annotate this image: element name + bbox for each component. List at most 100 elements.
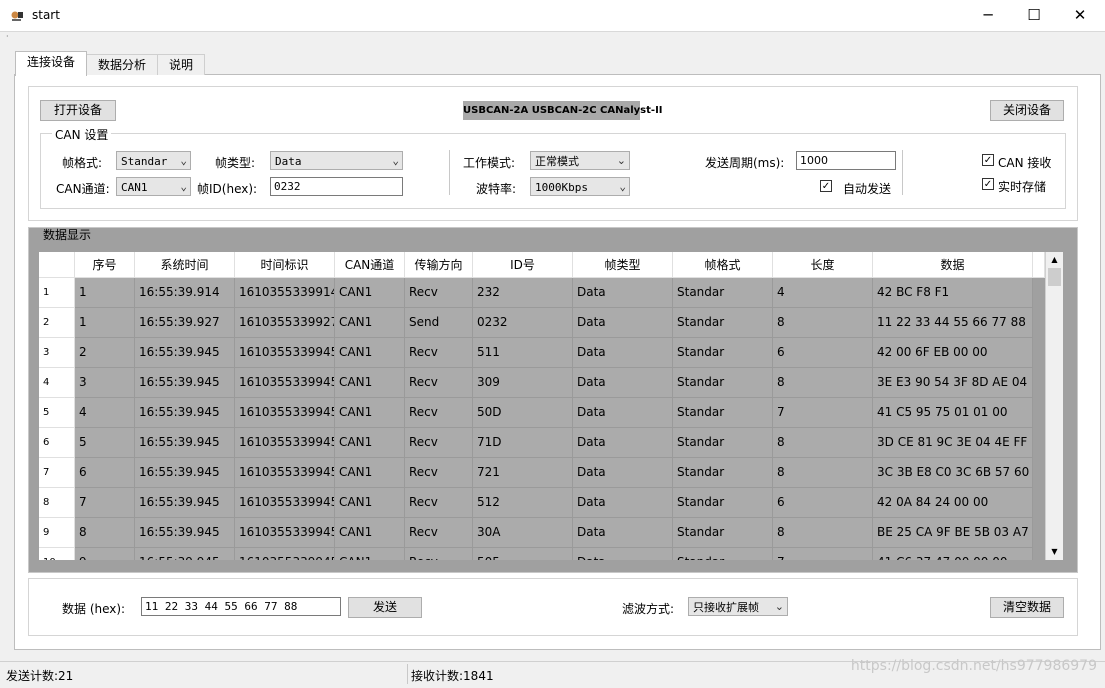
column-header[interactable]: 序号	[75, 252, 135, 278]
scroll-up-icon[interactable]: ▲	[1046, 252, 1063, 267]
table-cell[interactable]: 721	[473, 458, 573, 488]
table-cell[interactable]: 511	[473, 338, 573, 368]
table-cell[interactable]: Recv	[405, 428, 473, 458]
table-cell[interactable]: 41 C6 37 47 00 00 00	[873, 548, 1033, 560]
column-header[interactable]: 时间标识	[235, 252, 335, 278]
table-cell[interactable]: Standar	[673, 398, 773, 428]
table-cell[interactable]: Data	[573, 518, 673, 548]
table-cell[interactable]: 512	[473, 488, 573, 518]
table-cell[interactable]: 16:55:39.914	[135, 278, 235, 308]
table-cell[interactable]: Standar	[673, 308, 773, 338]
frame-id-input[interactable]: 0232	[270, 177, 403, 196]
column-header[interactable]: 长度	[773, 252, 873, 278]
auto-send-checkbox[interactable]: ✓	[820, 180, 832, 192]
row-number[interactable]: 4	[39, 368, 75, 398]
table-cell[interactable]: 3D CE 81 9C 3E 04 4E FF	[873, 428, 1033, 458]
table-cell[interactable]: 232	[473, 278, 573, 308]
tab-connect-device[interactable]: 连接设备	[15, 51, 87, 76]
can-receive-checkbox[interactable]: ✓	[982, 154, 994, 166]
table-cell[interactable]: Standar	[673, 488, 773, 518]
table-cell[interactable]: Data	[573, 278, 673, 308]
table-cell[interactable]: 42 00 6F EB 00 00	[873, 338, 1033, 368]
table-cell[interactable]: 16:55:39.945	[135, 398, 235, 428]
row-number[interactable]: 5	[39, 398, 75, 428]
close-window-button[interactable]: ✕	[1057, 0, 1103, 31]
row-number[interactable]: 8	[39, 488, 75, 518]
table-cell[interactable]: Recv	[405, 488, 473, 518]
table-cell[interactable]: 4	[773, 278, 873, 308]
send-data-input[interactable]: 11 22 33 44 55 66 77 88	[141, 597, 341, 616]
table-cell[interactable]: 30A	[473, 518, 573, 548]
send-period-input[interactable]: 1000	[796, 151, 896, 170]
table-cell[interactable]: 0232	[473, 308, 573, 338]
table-cell[interactable]: 8	[773, 308, 873, 338]
send-button[interactable]: 发送	[348, 597, 422, 618]
table-cell[interactable]: 6	[773, 488, 873, 518]
table-cell[interactable]: Standar	[673, 278, 773, 308]
row-number[interactable]: 6	[39, 428, 75, 458]
table-cell[interactable]: 7	[75, 488, 135, 518]
table-cell[interactable]: CAN1	[335, 518, 405, 548]
table-cell[interactable]: 8	[773, 368, 873, 398]
table-cell[interactable]: 8	[773, 428, 873, 458]
table-cell[interactable]: 16:55:39.945	[135, 428, 235, 458]
table-cell[interactable]: 50D	[473, 398, 573, 428]
table-cell[interactable]: 1610355339945	[235, 518, 335, 548]
table-cell[interactable]: 1610355339945	[235, 398, 335, 428]
row-number[interactable]: 1	[39, 278, 75, 308]
table-cell[interactable]: 3E E3 90 54 3F 8D AE 04	[873, 368, 1033, 398]
column-header[interactable]: 数据	[873, 252, 1033, 278]
table-cell[interactable]: 1	[75, 308, 135, 338]
table-cell[interactable]: 505	[473, 548, 573, 560]
baud-select[interactable]: 1000Kbps ⌄	[530, 177, 630, 196]
table-cell[interactable]: 42 BC F8 F1	[873, 278, 1033, 308]
table-cell[interactable]: 6	[75, 458, 135, 488]
table-cell[interactable]: Data	[573, 548, 673, 560]
table-cell[interactable]: CAN1	[335, 308, 405, 338]
close-device-button[interactable]: 关闭设备	[990, 100, 1064, 121]
row-number[interactable]: 10	[39, 548, 75, 560]
table-cell[interactable]: Recv	[405, 398, 473, 428]
table-cell[interactable]: Standar	[673, 548, 773, 560]
table-cell[interactable]: 6	[773, 338, 873, 368]
table-cell[interactable]: 42 0A 84 24 00 00	[873, 488, 1033, 518]
table-cell[interactable]: 11 22 33 44 55 66 77 88	[873, 308, 1033, 338]
table-cell[interactable]: 7	[773, 398, 873, 428]
table-cell[interactable]: Send	[405, 308, 473, 338]
table-cell[interactable]: Standar	[673, 428, 773, 458]
table-cell[interactable]: 16:55:39.945	[135, 458, 235, 488]
column-header[interactable]: 传输方向	[405, 252, 473, 278]
table-cell[interactable]: 16:55:39.945	[135, 548, 235, 560]
column-header[interactable]: CAN通道	[335, 252, 405, 278]
minimize-button[interactable]: ─	[965, 0, 1011, 31]
table-cell[interactable]: Standar	[673, 338, 773, 368]
column-header[interactable]: 帧类型	[573, 252, 673, 278]
table-cell[interactable]: 3C 3B E8 C0 3C 6B 57 60	[873, 458, 1033, 488]
work-mode-select[interactable]: 正常模式 ⌄	[530, 151, 630, 170]
table-cell[interactable]: 16:55:39.945	[135, 518, 235, 548]
table-cell[interactable]: Standar	[673, 458, 773, 488]
column-header[interactable]: 系统时间	[135, 252, 235, 278]
maximize-button[interactable]: ☐	[1011, 0, 1057, 31]
scroll-down-icon[interactable]: ▼	[1046, 544, 1063, 559]
table-cell[interactable]: Data	[573, 368, 673, 398]
row-number[interactable]: 3	[39, 338, 75, 368]
table-cell[interactable]: CAN1	[335, 368, 405, 398]
table-cell[interactable]: 16:55:39.927	[135, 308, 235, 338]
realtime-save-checkbox[interactable]: ✓	[982, 178, 994, 190]
table-cell[interactable]: Data	[573, 458, 673, 488]
table-cell[interactable]: 1610355339927	[235, 308, 335, 338]
table-cell[interactable]: 41 C5 95 75 01 01 00	[873, 398, 1033, 428]
table-cell[interactable]: 5	[75, 428, 135, 458]
table-cell[interactable]: Recv	[405, 278, 473, 308]
table-cell[interactable]: 8	[75, 518, 135, 548]
table-cell[interactable]: 16:55:39.945	[135, 488, 235, 518]
table-cell[interactable]: 3	[75, 368, 135, 398]
table-cell[interactable]: 4	[75, 398, 135, 428]
table-cell[interactable]: Data	[573, 398, 673, 428]
scroll-thumb[interactable]	[1048, 268, 1061, 286]
table-cell[interactable]: CAN1	[335, 338, 405, 368]
table-cell[interactable]: Recv	[405, 548, 473, 560]
table-cell[interactable]: Recv	[405, 368, 473, 398]
table-cell[interactable]: 1610355339945	[235, 458, 335, 488]
